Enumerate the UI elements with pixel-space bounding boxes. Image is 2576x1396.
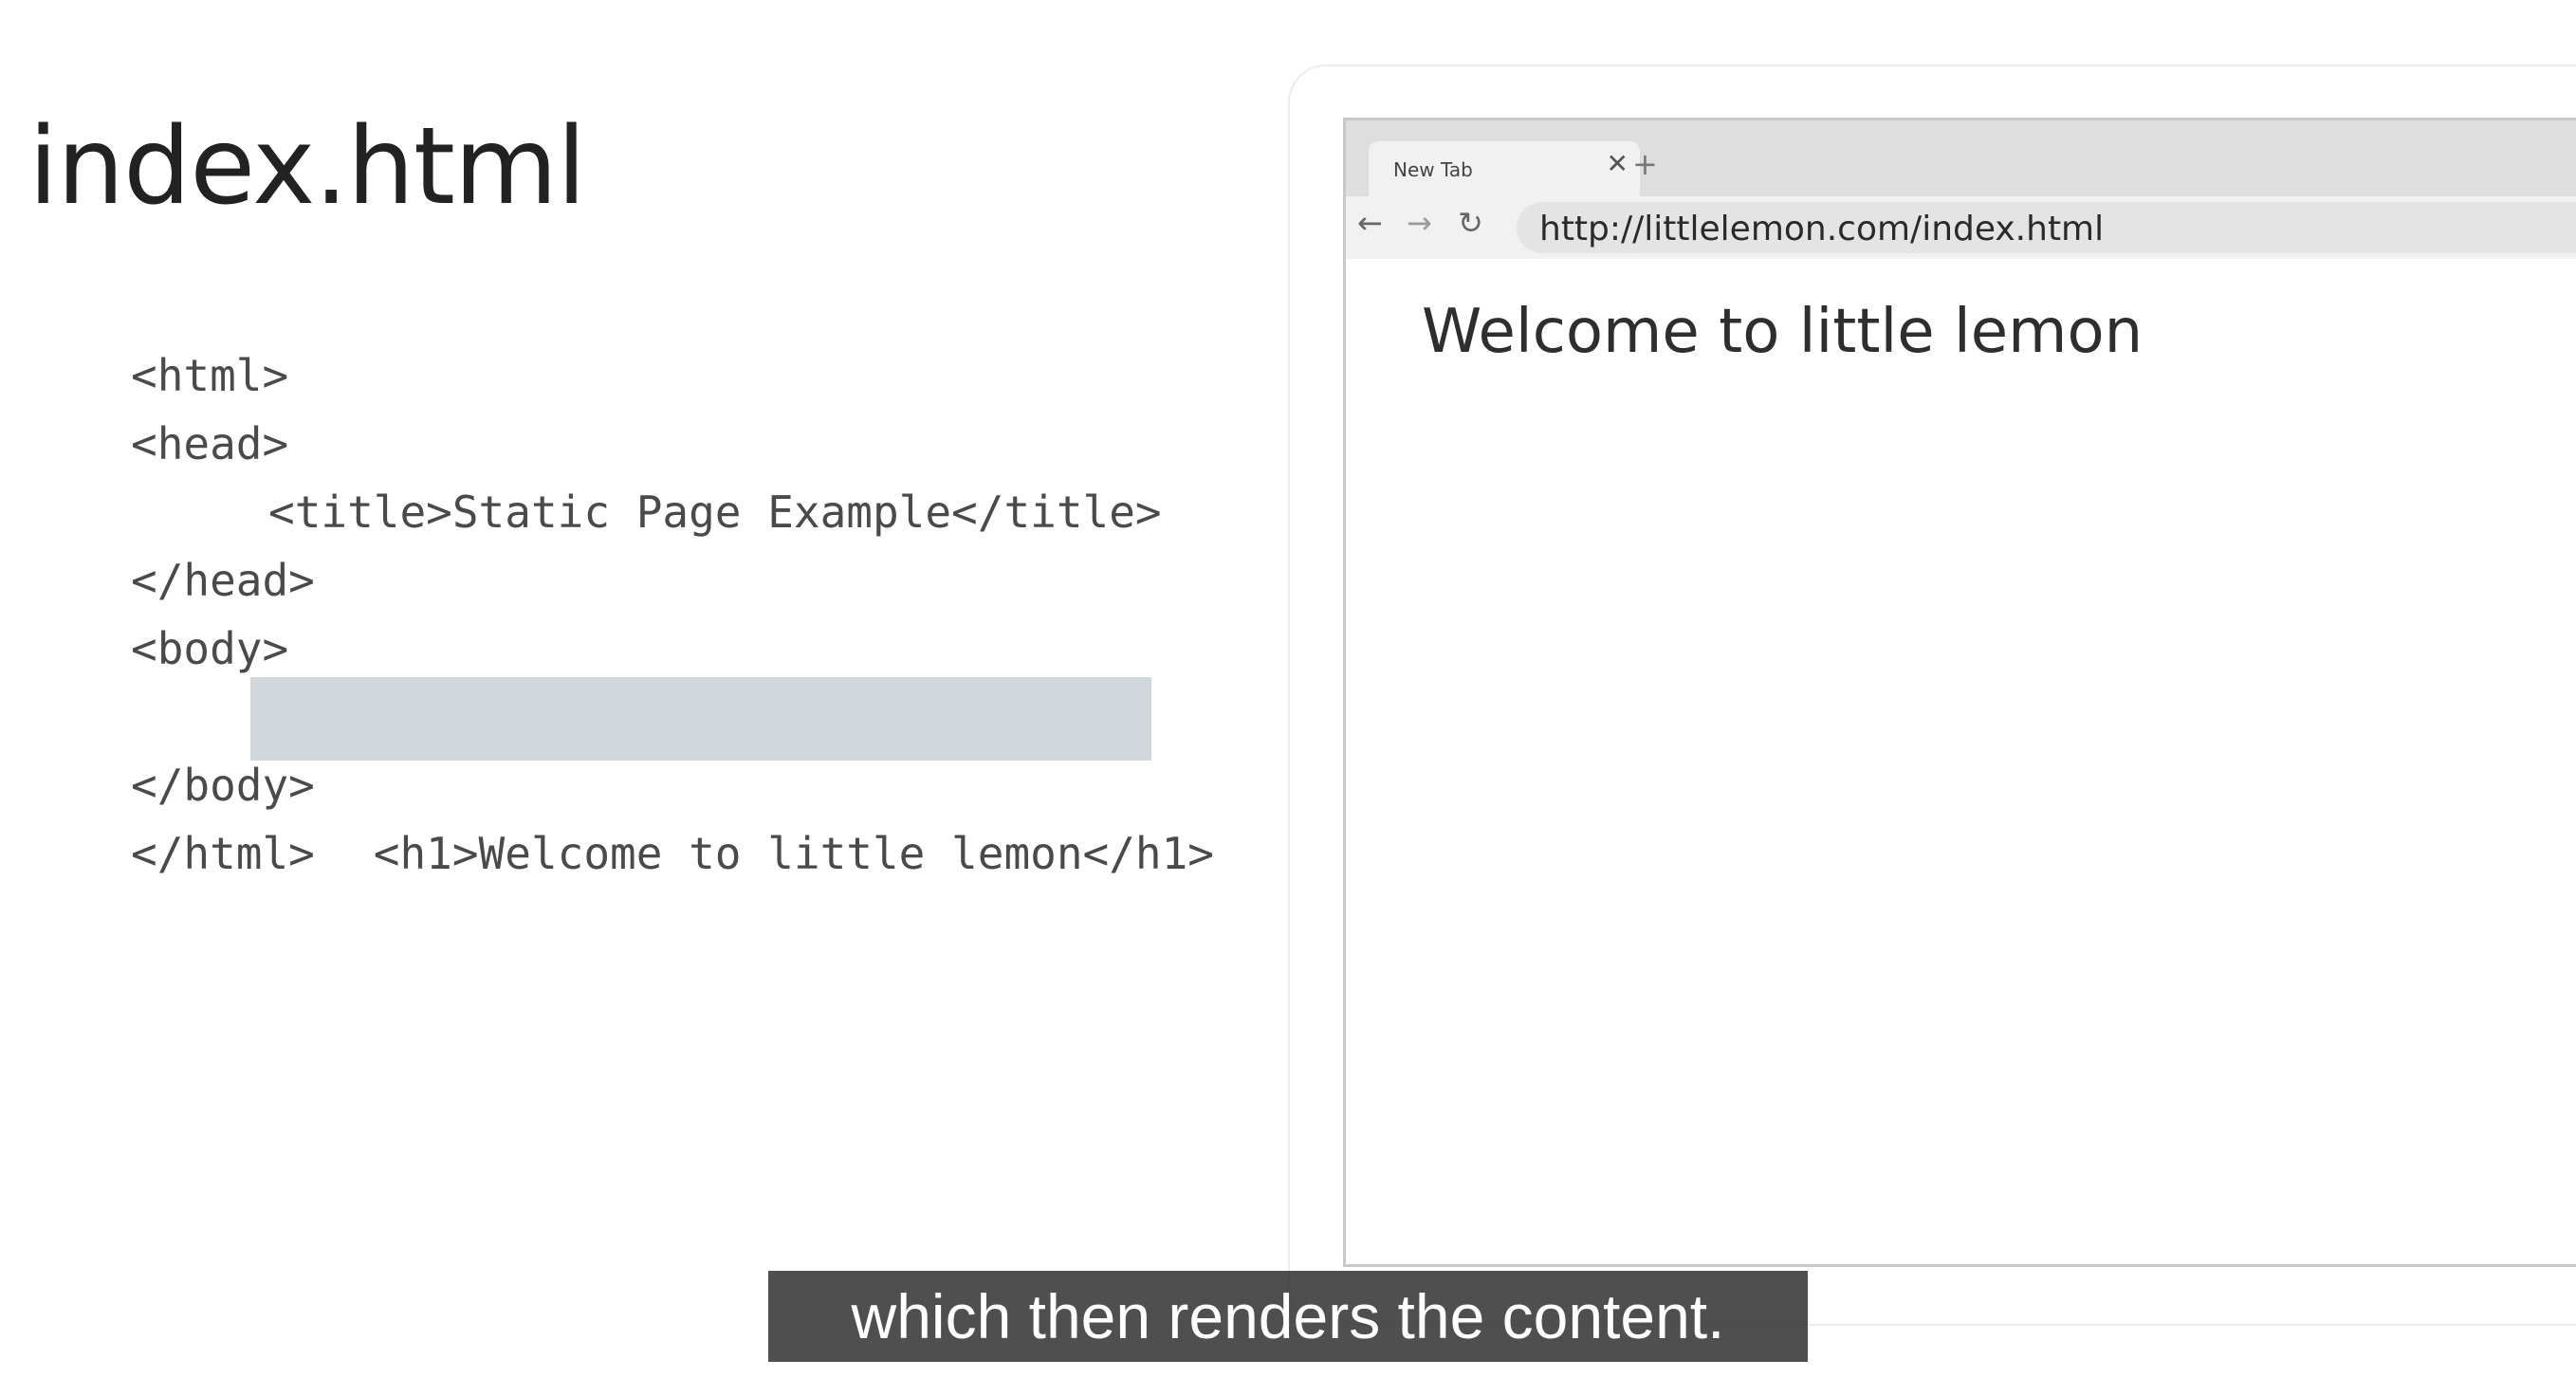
code-line-body-open: <body> bbox=[131, 623, 289, 674]
plus-icon[interactable]: + bbox=[1632, 149, 1658, 179]
code-line-title: <title>Static Page Example</title> bbox=[268, 487, 1162, 538]
arrow-right-icon[interactable]: → bbox=[1407, 208, 1432, 238]
caption-text: which then renders the content. bbox=[851, 1281, 1725, 1351]
address-text: http://littlelemon.com/index.html bbox=[1539, 210, 2105, 248]
code-line-html-open: <html> bbox=[131, 350, 289, 401]
code-line-h1-highlighted: <h1>Welcome to little lemon</h1> bbox=[131, 677, 1269, 879]
code-block: <html> <head> <title>Static Page Example… bbox=[131, 341, 1269, 888]
browser-toolbar: ← → ↻ http://littlelemon.com/index.html bbox=[1346, 196, 2576, 259]
code-line-head-open: <head> bbox=[131, 418, 289, 469]
close-icon[interactable]: ✕ bbox=[1607, 151, 1628, 177]
tab-strip: New Tab ✕ + bbox=[1346, 120, 2576, 196]
tab-new-tab[interactable]: New Tab ✕ bbox=[1369, 141, 1640, 196]
browser-window: New Tab ✕ + ← → ↻ http://littlelemon.com… bbox=[1343, 118, 2576, 1267]
code-line-head-close: </head> bbox=[131, 555, 315, 606]
subtitle-caption: which then renders the content. bbox=[768, 1271, 1808, 1362]
page-content: Welcome to little lemon bbox=[1346, 259, 2576, 1264]
reload-icon[interactable]: ↻ bbox=[1458, 208, 1483, 238]
tab-title: New Tab bbox=[1393, 158, 1473, 181]
slide-title: index.html bbox=[28, 105, 586, 229]
address-bar[interactable]: http://littlelemon.com/index.html bbox=[1517, 202, 2576, 253]
arrow-left-icon[interactable]: ← bbox=[1357, 208, 1383, 238]
code-line-h1-text: <h1>Welcome to little lemon</h1> bbox=[373, 828, 1214, 879]
code-highlight bbox=[250, 677, 1151, 761]
page-heading: Welcome to little lemon bbox=[1422, 297, 2144, 367]
